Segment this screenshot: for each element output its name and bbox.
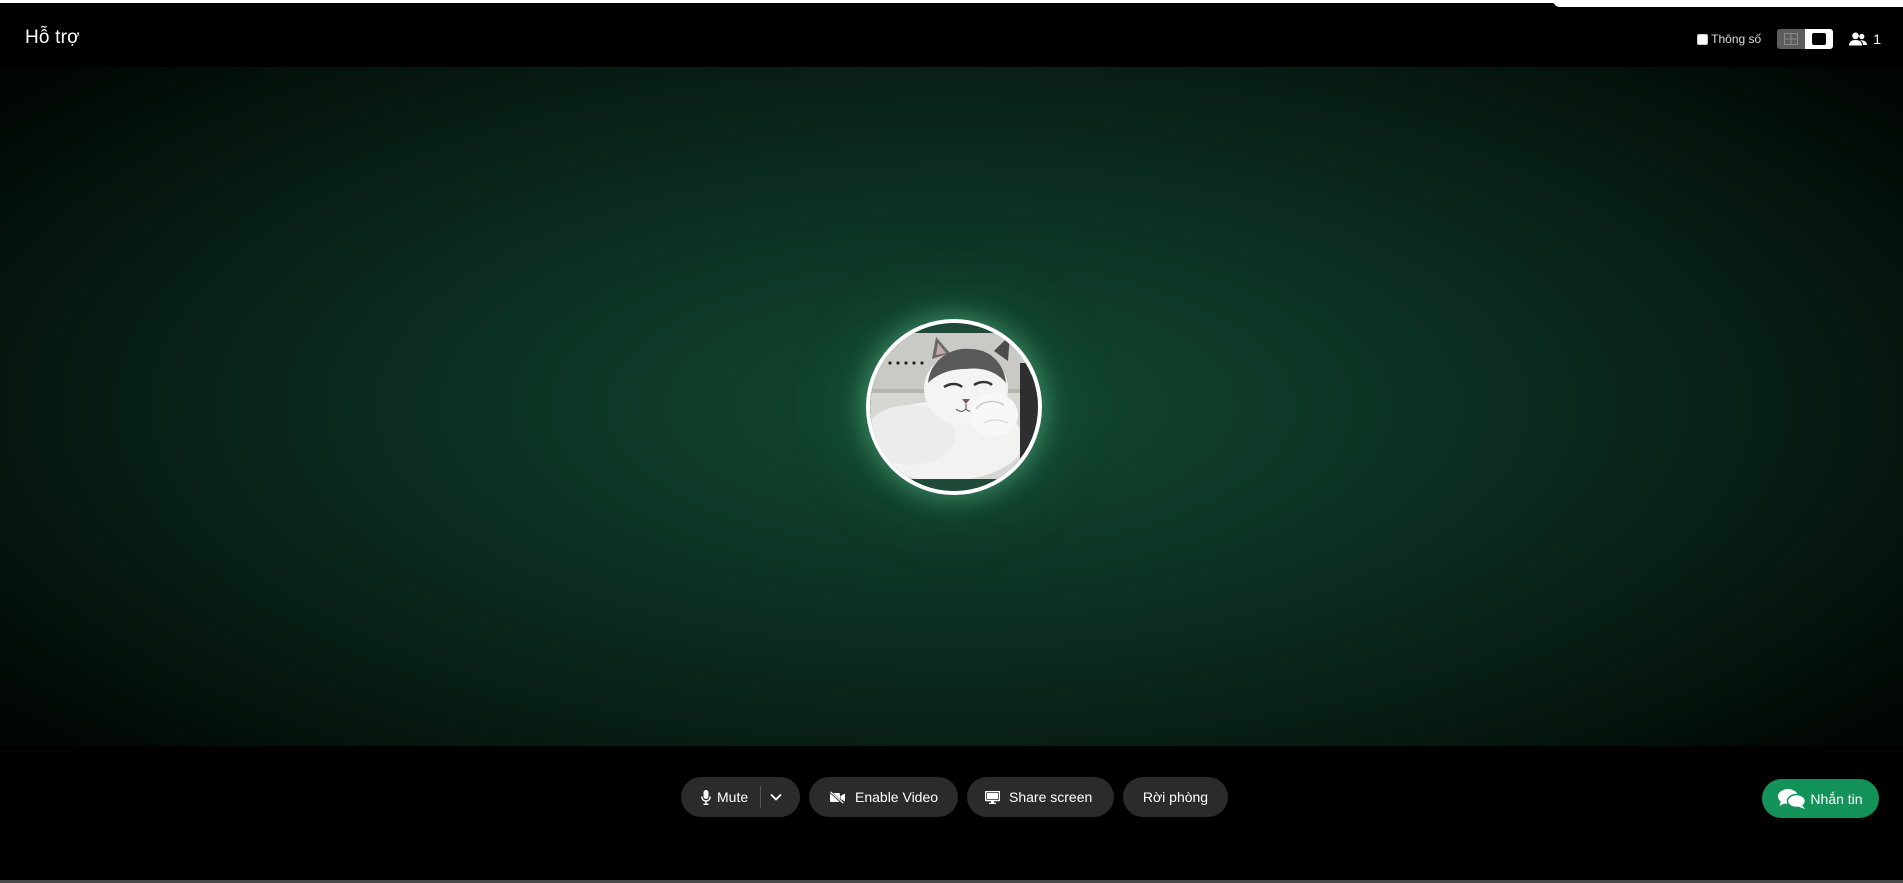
avatar	[866, 319, 1042, 495]
share-screen-button[interactable]: Share screen	[967, 777, 1114, 817]
participant-count: 1	[1873, 31, 1881, 47]
participants-indicator[interactable]: 1	[1849, 31, 1881, 47]
chevron-down-icon	[770, 793, 782, 801]
call-controls: Mute Enable Video Share screen Rời phòng	[681, 777, 1237, 817]
mute-label: Mute	[717, 789, 749, 805]
share-screen-label: Share screen	[1009, 789, 1093, 805]
room-title: Hỗ trợ	[25, 27, 80, 48]
chat-button[interactable]: Nhắn tin	[1762, 779, 1879, 818]
grid-layout-button[interactable]	[1777, 29, 1806, 49]
popover-edge	[1553, 0, 1903, 7]
header-tools: Thông số 1	[1697, 29, 1881, 49]
video-off-icon	[829, 790, 845, 804]
monitor-icon	[985, 790, 1000, 804]
speaker-layout-icon	[1812, 33, 1827, 45]
chat-bubbles-icon	[1778, 788, 1807, 809]
speaker-layout-button[interactable]	[1805, 29, 1834, 49]
leave-room-label: Rời phòng	[1142, 789, 1209, 805]
video-call-app: Hỗ trợ Thông số 1 Mute Enable Video Shar…	[0, 0, 1903, 883]
mute-button[interactable]: Mute	[681, 777, 800, 817]
chat-label: Nhắn tin	[1810, 790, 1863, 807]
leave-room-button[interactable]: Rời phòng	[1123, 777, 1228, 817]
users-icon	[1849, 32, 1868, 46]
participant-tile	[866, 319, 1042, 495]
layout-switch[interactable]	[1777, 29, 1834, 49]
stats-checkbox[interactable]	[1697, 33, 1709, 45]
stats-toggle[interactable]: Thông số	[1697, 32, 1761, 46]
audio-options-button[interactable]	[761, 793, 791, 801]
microphone-icon	[701, 789, 711, 805]
enable-video-button[interactable]: Enable Video	[809, 777, 958, 817]
video-stage	[0, 67, 1903, 746]
grid-layout-icon	[1784, 33, 1799, 45]
cat-avatar-image	[870, 323, 1038, 491]
top-bar: Hỗ trợ Thông số 1	[0, 0, 1903, 67]
stats-label: Thông số	[1711, 32, 1762, 46]
enable-video-label: Enable Video	[855, 789, 939, 805]
